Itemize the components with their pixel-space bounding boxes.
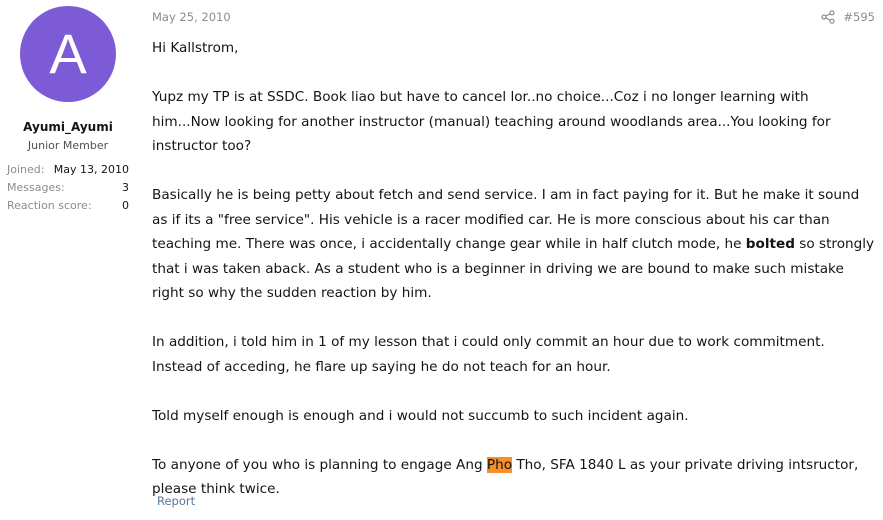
bold-text: bolted — [745, 236, 795, 252]
avatar[interactable]: A — [20, 6, 116, 102]
search-highlight: Pho — [486, 456, 513, 473]
post-header: May 25, 2010 #595 — [152, 8, 875, 26]
stat-label: Reaction score: — [7, 199, 92, 212]
greeting: Hi Kallstrom, — [152, 40, 239, 56]
stat-messages: Messages: 3 — [7, 179, 129, 197]
stat-value: 3 — [122, 181, 129, 194]
stat-label: Messages: — [7, 181, 65, 194]
stat-joined: Joined: May 13, 2010 — [7, 161, 129, 179]
paragraph-5: To anyone of you who is planning to enga… — [152, 453, 875, 502]
paragraph-3: In addition, i told him in 1 of my lesso… — [152, 334, 825, 375]
paragraph-1: Yupz my TP is at SSDC. Book liao but hav… — [152, 89, 831, 154]
paragraph-2: Basically he is being petty about fetch … — [152, 183, 875, 306]
post-date-link[interactable]: May 25, 2010 — [152, 8, 231, 26]
forum-post: A Ayumi_Ayumi Junior Member Joined: May … — [0, 0, 883, 520]
share-icon[interactable] — [821, 10, 836, 24]
stat-value: 0 — [122, 199, 129, 212]
stat-label: Joined: — [7, 163, 45, 176]
report-link[interactable]: Report — [157, 494, 195, 508]
username-link[interactable]: Ayumi_Ayumi — [0, 120, 136, 134]
stat-value: May 13, 2010 — [53, 163, 129, 176]
user-title: Junior Member — [27, 139, 109, 152]
post-actions: #595 — [821, 8, 875, 26]
stat-reaction-score: Reaction score: 0 — [7, 197, 129, 215]
post-footer: Report — [157, 492, 195, 510]
text-segment: To anyone of you who is planning to enga… — [152, 456, 487, 473]
user-stats: Joined: May 13, 2010 Messages: 3 Reactio… — [7, 161, 129, 215]
post-number-link[interactable]: #595 — [843, 8, 875, 26]
paragraph-4: Told myself enough is enough and i would… — [152, 407, 689, 424]
message-body: Hi Kallstrom, Yupz my TP is at SSDC. Boo… — [152, 36, 875, 502]
